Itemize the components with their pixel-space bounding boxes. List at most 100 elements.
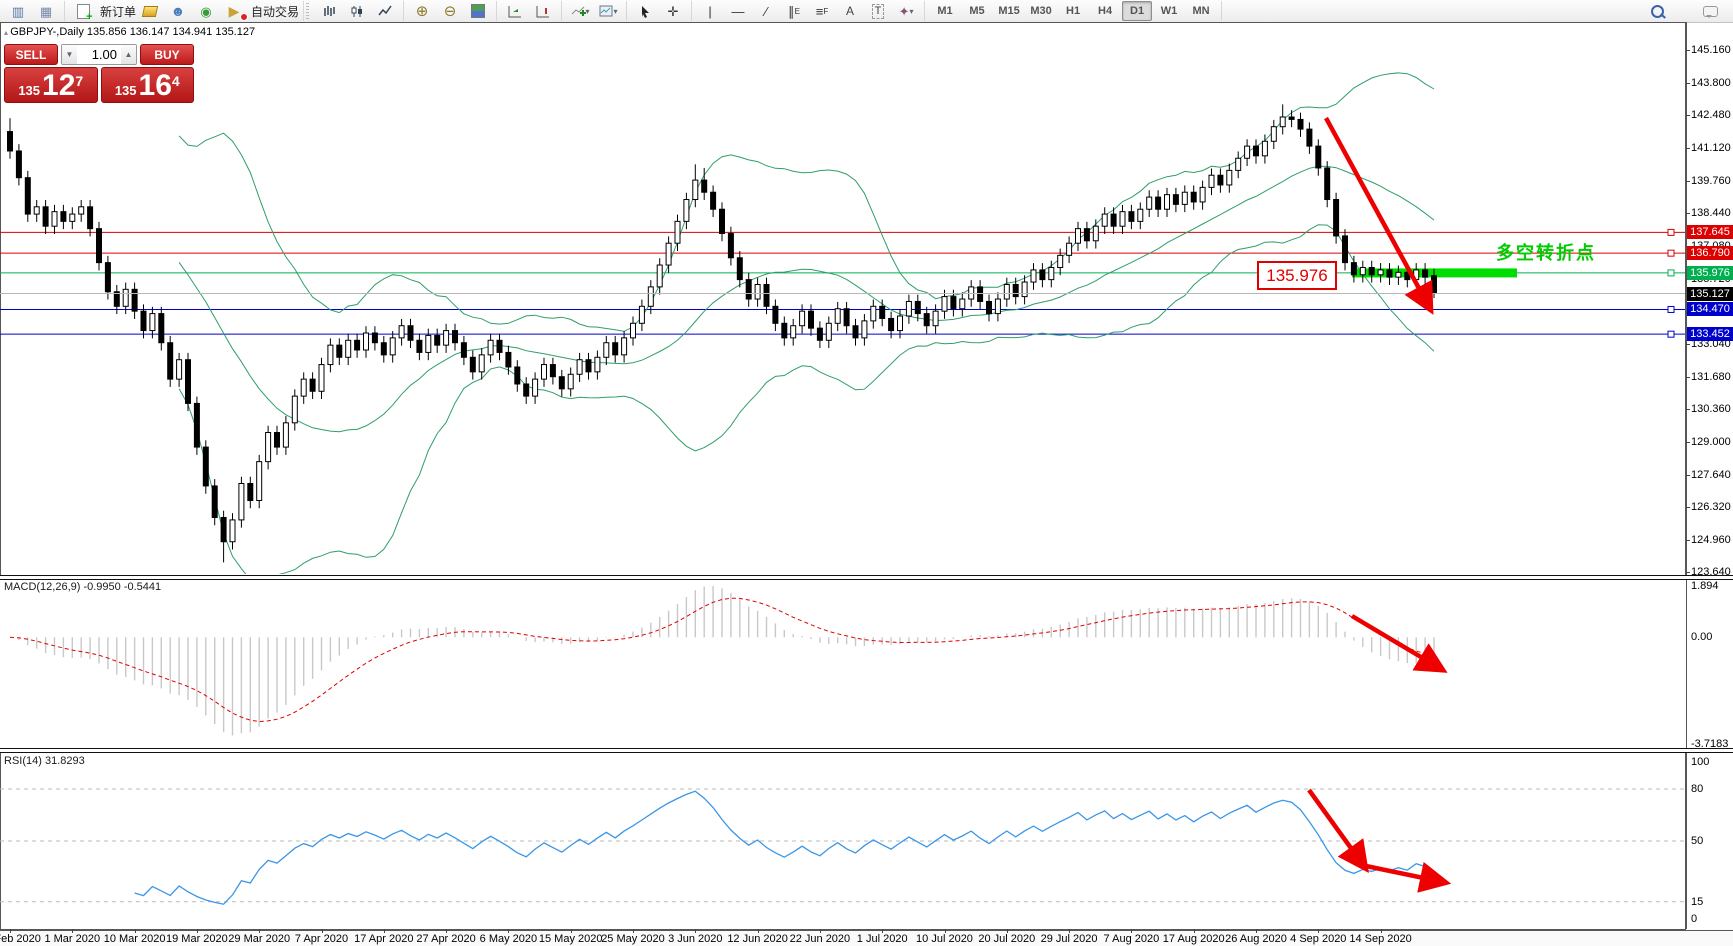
candle-body <box>1182 192 1187 204</box>
candle-body <box>693 180 698 199</box>
candle-body <box>622 338 627 355</box>
candle-body <box>764 284 769 306</box>
candle-body <box>1004 284 1009 299</box>
candle-body <box>1423 270 1428 277</box>
price-tick-label: 130.360 <box>1691 403 1733 415</box>
volume-up-button[interactable]: ▲ <box>121 45 136 64</box>
buy-button[interactable]: BUY <box>140 44 194 65</box>
price-tick-mark <box>1686 540 1690 541</box>
candle-body <box>506 352 511 367</box>
candle-body <box>1334 200 1339 236</box>
candle-body <box>595 357 600 372</box>
candle-body <box>1432 276 1437 294</box>
rsi-down-arrow-1 <box>1309 790 1361 862</box>
chat-icon[interactable] <box>1697 1 1723 21</box>
pane-splitter-macd[interactable] <box>0 575 1733 580</box>
volume-value[interactable]: 1.00 <box>77 47 121 62</box>
candle-body <box>737 258 742 280</box>
price-callout-box[interactable]: 135.976 <box>1257 261 1337 290</box>
bollinger-upper <box>179 73 1434 332</box>
candle-body <box>1129 212 1134 222</box>
candle-body <box>969 287 974 299</box>
candle-body <box>1209 175 1214 187</box>
candle-body <box>1120 212 1125 227</box>
line-handle <box>1668 306 1674 312</box>
candle-body <box>711 192 716 209</box>
candle-body <box>248 483 253 500</box>
price-tick-label: 141.120 <box>1691 142 1733 154</box>
candle-body <box>844 309 849 326</box>
candle-body <box>25 178 30 214</box>
candle-body <box>1200 187 1205 202</box>
candle-body <box>212 486 217 518</box>
candle-body <box>239 483 244 519</box>
sell-price-display[interactable]: 135 12 7 <box>4 67 98 103</box>
candle-body <box>1049 267 1054 279</box>
candle-body <box>889 318 894 330</box>
buy-price-display[interactable]: 135 16 4 <box>101 67 195 103</box>
candle-body <box>141 311 146 330</box>
candle-body <box>1236 158 1241 170</box>
candle-body <box>817 328 822 340</box>
bollinger-middle <box>179 166 1434 432</box>
rsi-axis-50: 50 <box>1691 835 1733 847</box>
candle-body <box>1378 270 1383 275</box>
candle-body <box>1111 214 1116 226</box>
candle-body <box>203 447 208 486</box>
candle-body <box>43 207 48 226</box>
volume-down-button[interactable]: ▼ <box>62 45 77 64</box>
pane-splitter-rsi[interactable] <box>0 748 1733 753</box>
candle-body <box>283 423 288 447</box>
price-tick-mark <box>1686 148 1690 149</box>
buy-price-prefix: 135 <box>115 83 137 98</box>
candle-body <box>1271 127 1276 142</box>
candle-body <box>1254 146 1259 156</box>
price-tag-135.127: 135.127 <box>1687 287 1733 301</box>
candle-body <box>8 132 13 151</box>
macd-label: MACD(12,26,9) -0.9950 -0.5441 <box>4 581 161 593</box>
candle-body <box>960 299 965 309</box>
price-tick-label: 142.480 <box>1691 109 1733 121</box>
chart-title: ▴ GBPJPY-,Daily 135.856 136.147 134.941 … <box>4 26 255 38</box>
candle-body <box>871 306 876 321</box>
candle-body <box>275 433 280 448</box>
mt4-terminal-window: { "toolbar": { "new_order_label": "新订单",… <box>0 0 1733 946</box>
sell-price-sup: 7 <box>75 73 83 89</box>
candle-body <box>1387 270 1392 277</box>
candle-body <box>426 335 431 352</box>
candle-body <box>648 287 653 306</box>
candle-body <box>123 289 128 306</box>
candle-body <box>898 316 903 331</box>
candle-body <box>1173 195 1178 205</box>
line-handle <box>1668 270 1674 276</box>
candle-body <box>604 343 609 358</box>
candle-body <box>1262 141 1267 156</box>
candle-body <box>337 345 342 357</box>
candle-body <box>515 367 520 384</box>
candle-body <box>862 321 867 338</box>
price-tick-mark <box>1686 507 1690 508</box>
candle-body <box>221 517 226 541</box>
sell-button[interactable]: SELL <box>4 44 58 65</box>
candle-body <box>497 340 502 352</box>
rsi-line <box>135 791 1434 904</box>
candle-body <box>1084 229 1089 241</box>
price-tick-mark <box>1686 344 1690 345</box>
candle-body <box>1022 282 1027 297</box>
chart-ohlc-values: 135.856 136.147 134.941 135.127 <box>87 26 255 38</box>
candle-body <box>132 289 137 311</box>
candle-body <box>1138 209 1143 221</box>
candle-body <box>1316 146 1321 168</box>
candle-body <box>105 263 110 292</box>
turning-point-annotation[interactable]: 多空转折点 <box>1496 239 1596 265</box>
price-tick-mark <box>1686 409 1690 410</box>
candle-body <box>1325 168 1330 200</box>
price-tick-label: 145.160 <box>1691 44 1733 56</box>
macd-axis-max: 1.894 <box>1691 580 1733 592</box>
candle-body <box>168 343 173 379</box>
candle-body <box>1058 255 1063 267</box>
candle-body <box>533 379 538 396</box>
candle-body <box>791 326 796 338</box>
price-tick-label: 129.000 <box>1691 436 1733 448</box>
chart-canvas[interactable] <box>0 0 1686 946</box>
